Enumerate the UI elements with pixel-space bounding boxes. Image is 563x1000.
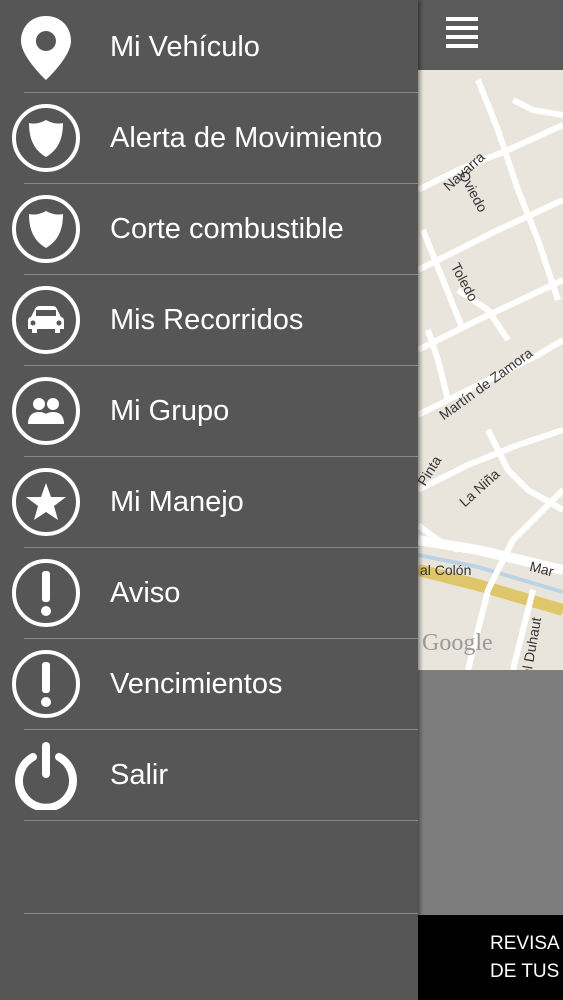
- menu-item-label: Aviso: [110, 577, 181, 609]
- action-bar: [418, 0, 563, 70]
- menu-item-alerta-movimiento[interactable]: Alerta de Movimiento: [0, 93, 418, 184]
- banner[interactable]: REVISA DE TUS: [418, 915, 563, 1000]
- divider: [24, 820, 418, 821]
- menu-item-label: Mi Manejo: [110, 486, 244, 518]
- menu-item-label: Mi Vehículo: [110, 31, 260, 63]
- menu-item-mi-manejo[interactable]: Mi Manejo: [0, 457, 418, 548]
- content-area: [418, 670, 563, 915]
- exclamation-icon: [12, 559, 80, 627]
- exclamation-icon: [12, 650, 80, 718]
- shield-icon: [12, 195, 80, 263]
- banner-line-1: REVISA: [490, 933, 560, 954]
- menu-item-label: Mi Grupo: [110, 395, 230, 427]
- menu-item-mis-recorridos[interactable]: Mis Recorridos: [0, 275, 418, 366]
- menu-item-mi-vehiculo[interactable]: Mi Vehículo: [0, 2, 418, 93]
- menu-item-label: Alerta de Movimiento: [110, 122, 383, 154]
- group-icon: [12, 377, 80, 445]
- menu-item-vencimientos[interactable]: Vencimientos: [0, 639, 418, 730]
- street-label: al Colón: [420, 562, 472, 578]
- navigation-drawer: Mi Vehículo Alerta de Movimiento Corte c…: [0, 0, 418, 1000]
- power-icon: [15, 742, 77, 810]
- menu-item-label: Corte combustible: [110, 213, 344, 245]
- star-icon: [12, 468, 80, 536]
- car-icon: [12, 286, 80, 354]
- menu-item-aviso[interactable]: Aviso: [0, 548, 418, 639]
- menu-item-label: Mis Recorridos: [110, 304, 304, 336]
- banner-line-2: DE TUS: [490, 961, 560, 982]
- map-view[interactable]: Navarra Oviedo Toledo Martín de Zamora P…: [418, 70, 563, 670]
- menu-item-mi-grupo[interactable]: Mi Grupo: [0, 366, 418, 457]
- menu-item-label: Salir: [110, 759, 169, 791]
- menu-hamburger-icon[interactable]: [446, 17, 480, 51]
- divider: [24, 913, 418, 914]
- google-attribution: Google: [422, 630, 493, 656]
- shield-icon: [12, 104, 80, 172]
- location-pin-icon: [21, 16, 71, 80]
- menu-item-label: Vencimientos: [110, 668, 283, 700]
- menu-item-corte-combustible[interactable]: Corte combustible: [0, 184, 418, 275]
- menu-item-salir[interactable]: Salir: [0, 730, 418, 821]
- main-content: Navarra Oviedo Toledo Martín de Zamora P…: [418, 0, 563, 1000]
